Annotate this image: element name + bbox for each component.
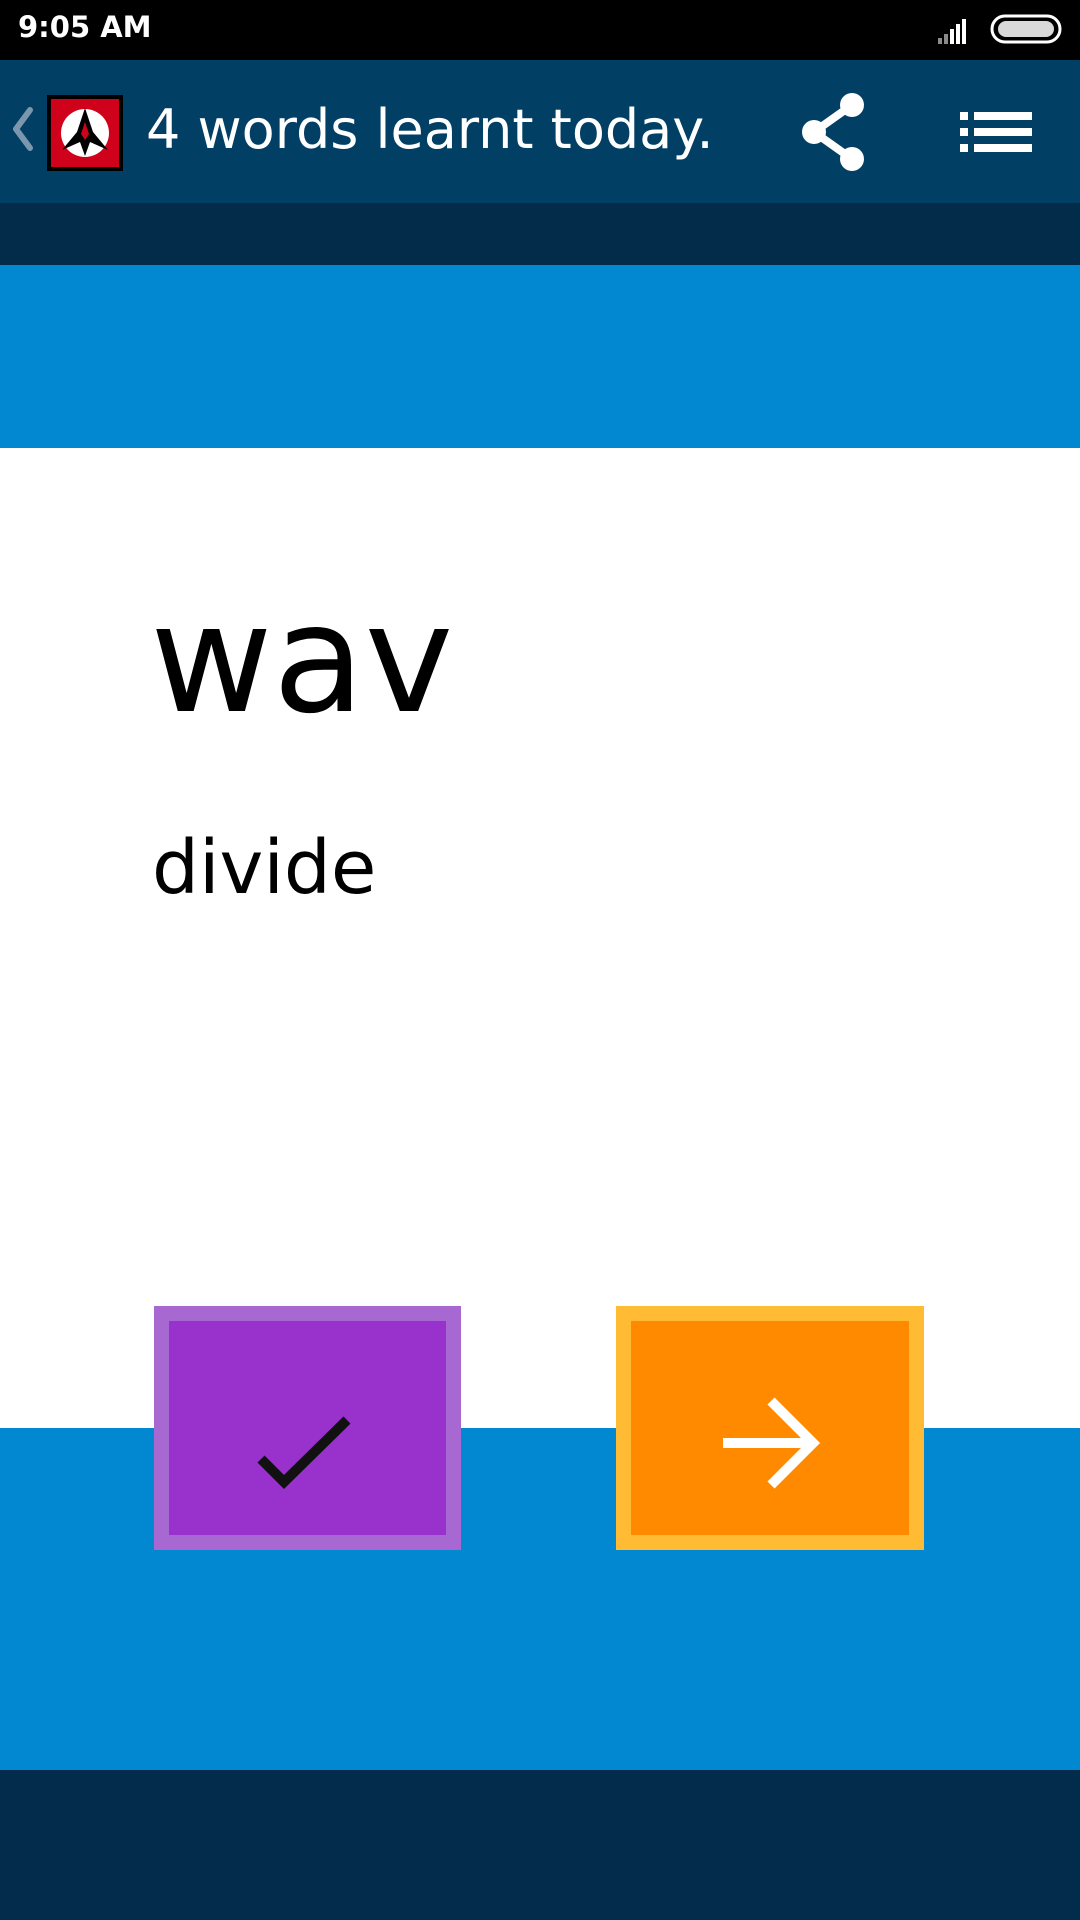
screen: 9:05 AM 4 words learnt today. wav divide [0,0,1080,1920]
status-bar: 9:05 AM [0,0,1080,60]
mark-known-button[interactable] [154,1306,461,1550]
footer-bar [0,1770,1080,1920]
next-word-button[interactable] [616,1306,924,1550]
share-button[interactable] [788,88,878,178]
app-title: 4 words learnt today. [146,98,714,161]
klingon-emblem-icon[interactable] [46,94,124,172]
battery-icon [990,14,1062,44]
arrow-right-icon [723,1397,821,1489]
list-menu-icon [960,112,1032,152]
flashcard-word: wav [150,573,454,747]
signal-icon [938,19,966,44]
sub-bar [0,203,1080,265]
status-time: 9:05 AM [18,10,152,44]
top-blue-band [0,265,1080,448]
app-bar: 4 words learnt today. [0,60,1080,203]
menu-button[interactable] [950,90,1040,174]
flashcard-meaning: divide [152,825,377,911]
checkmark-icon [257,1416,351,1490]
share-icon [802,93,864,171]
back-chevron-icon[interactable] [10,106,36,152]
